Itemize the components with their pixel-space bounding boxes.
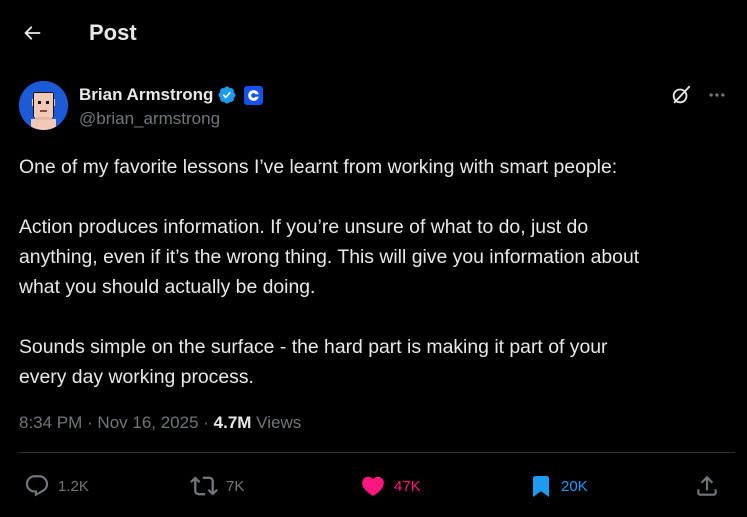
post-meta: 8:34 PM · Nov 16, 2025 · 4.7M Views [19, 412, 301, 434]
grok-button[interactable] [668, 82, 694, 108]
post-paragraph: Sounds simple on the surface - the hard … [19, 336, 608, 388]
verified-badge-icon[interactable] [217, 85, 237, 105]
coinbase-logo-icon [248, 89, 260, 101]
post-paragraph: Action produces information. If you’re u… [19, 216, 640, 298]
top-bar: Post [0, 0, 747, 66]
back-button[interactable] [16, 17, 48, 49]
heart-filled-icon [362, 476, 384, 496]
share-button[interactable] [694, 473, 720, 499]
like-count: 47K [394, 477, 421, 495]
bookmark-count: 20K [561, 477, 588, 495]
post-page: Post Brian Armstrong @brian_armstrong On… [0, 0, 747, 517]
bookmark-button[interactable]: 20K [529, 473, 588, 499]
post-paragraph: One of my favorite lessons I’ve learnt f… [19, 156, 618, 178]
repost-icon [190, 476, 218, 496]
views-label: Views [251, 413, 302, 432]
divider [19, 452, 735, 453]
reply-count: 1.2K [58, 477, 89, 495]
reply-button[interactable]: 1.2K [24, 473, 89, 499]
like-button[interactable]: 47K [360, 473, 421, 499]
author-name-row: Brian Armstrong [79, 84, 264, 106]
author-name[interactable]: Brian Armstrong [79, 85, 213, 105]
post-timestamp[interactable]: 8:34 PM · Nov 16, 2025 [19, 413, 199, 432]
grok-icon [672, 85, 691, 104]
more-dots-icon [709, 93, 725, 97]
page-title: Post [89, 20, 137, 45]
bookmark-filled-icon [533, 476, 549, 497]
author-handle[interactable]: @brian_armstrong [79, 109, 220, 129]
more-options-button[interactable] [704, 82, 730, 108]
repost-button[interactable]: 7K [190, 473, 244, 499]
share-icon [697, 475, 717, 496]
repost-count: 7K [226, 477, 245, 495]
pixel-avatar-image [19, 81, 68, 130]
arrow-left-icon [24, 26, 41, 40]
reply-icon [25, 475, 49, 497]
meta-separator: · [198, 413, 214, 432]
avatar[interactable] [19, 81, 68, 130]
post-text: One of my favorite lessons I’ve learnt f… [19, 152, 735, 392]
coinbase-affiliate-badge[interactable] [244, 85, 264, 105]
views-count: 4.7M [213, 413, 252, 432]
